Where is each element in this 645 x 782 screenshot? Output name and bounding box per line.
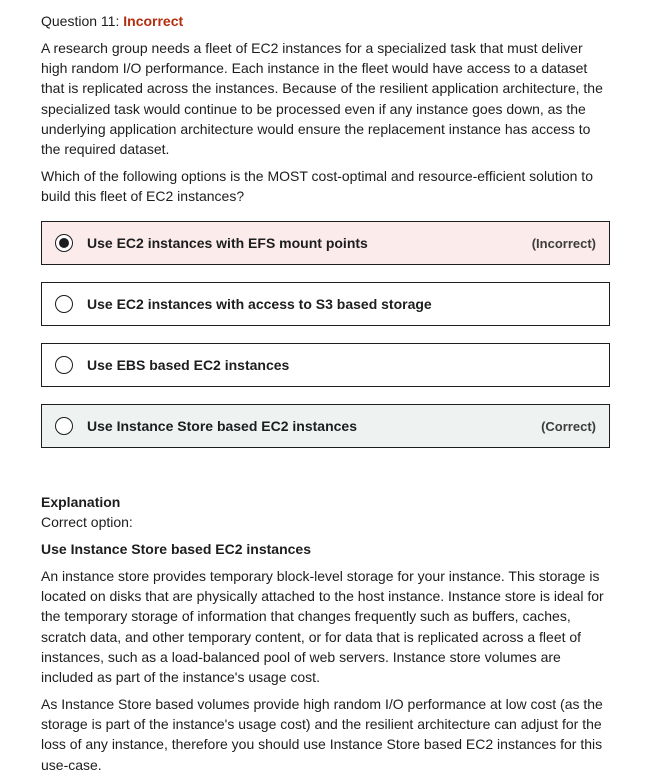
radio-selected-icon[interactable] (55, 234, 73, 252)
question-ask: Which of the following options is the MO… (41, 168, 593, 205)
radio-icon[interactable] (55, 356, 73, 374)
option-label: Use EC2 instances with access to S3 base… (87, 296, 432, 312)
radio-icon[interactable] (55, 295, 73, 313)
option-label: Use EC2 instances with EFS mount points (87, 235, 368, 251)
radio-dot (59, 238, 69, 248)
option-s3[interactable]: Use EC2 instances with access to S3 base… (41, 282, 610, 326)
option-ebs[interactable]: Use EBS based EC2 instances (41, 343, 610, 387)
explanation-paragraph-1: An instance store provides temporary blo… (41, 568, 604, 686)
result-status: Incorrect (123, 13, 184, 29)
option-instance-store[interactable]: Use Instance Store based EC2 instances (… (41, 404, 610, 448)
question-number: Question 11: (41, 13, 124, 29)
explanation-subtitle: Correct option: (41, 514, 133, 530)
question-prompt: A research group needs a fleet of EC2 in… (41, 40, 603, 158)
option-label: Use EBS based EC2 instances (87, 357, 290, 373)
explanation-answer: Use Instance Store based EC2 instances (41, 541, 311, 557)
correct-tag: (Correct) (541, 418, 596, 434)
radio-icon[interactable] (55, 417, 73, 435)
incorrect-tag: (Incorrect) (531, 235, 596, 251)
option-efs[interactable]: Use EC2 instances with EFS mount points … (41, 221, 610, 265)
option-label: Use Instance Store based EC2 instances (87, 418, 357, 434)
explanation-title: Explanation (41, 494, 121, 510)
question-header: Question 11: Incorrect (41, 11, 183, 31)
explanation-paragraph-2: As Instance Store based volumes provide … (41, 696, 603, 773)
